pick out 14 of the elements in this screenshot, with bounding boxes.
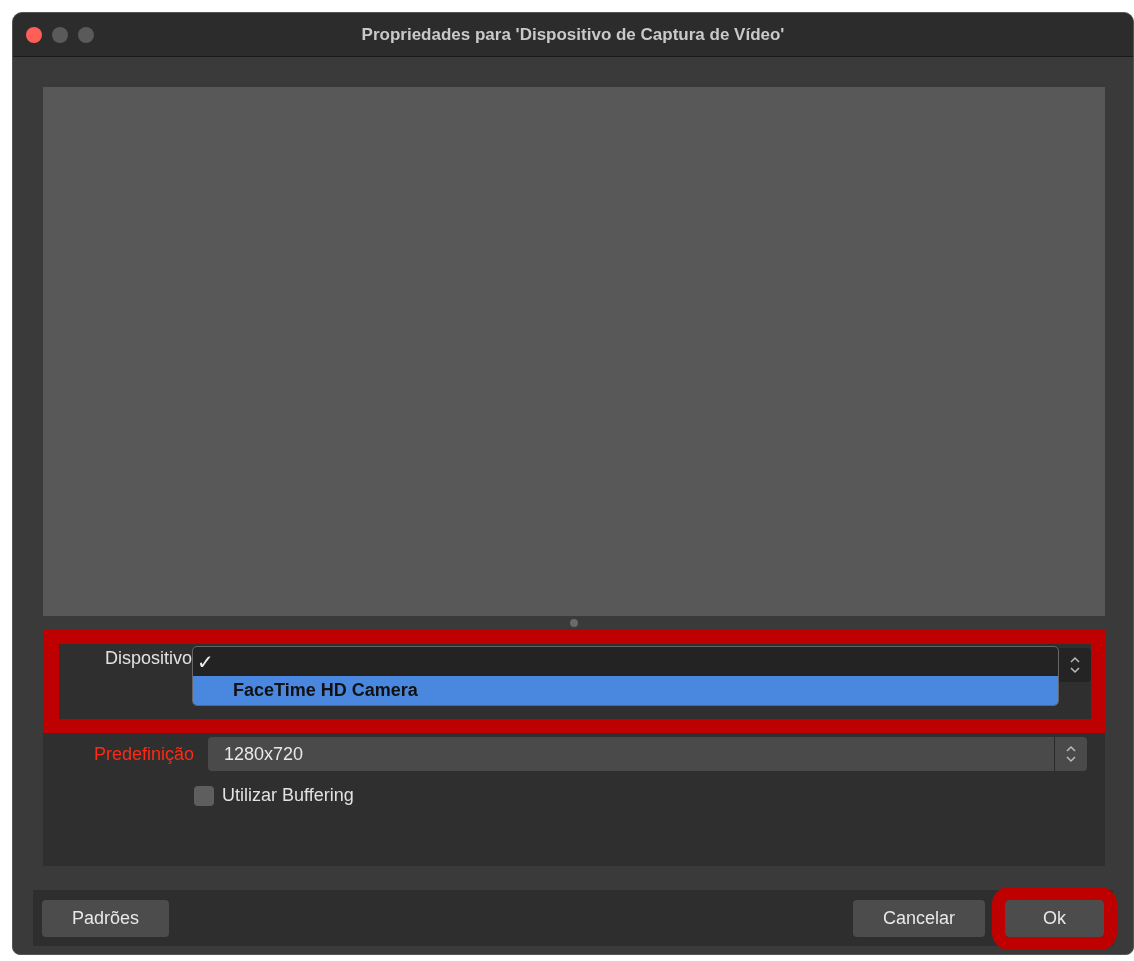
preset-dropdown[interactable]: 1280x720 <box>208 737 1087 771</box>
menu-item[interactable]: FaceTime HD Camera <box>193 676 1058 705</box>
dialog-button[interactable]: Padrões <box>42 899 170 937</box>
zoom-icon[interactable] <box>78 27 94 43</box>
window-title: Propriedades para 'Dispositivo de Captura de Vídeo' <box>361 24 785 45</box>
checkbox-label: Utilizar Buffering <box>222 785 354 806</box>
menu-item[interactable]: ✓ <box>193 647 1058 676</box>
close-icon[interactable] <box>26 27 42 43</box>
minimize-icon[interactable] <box>52 27 68 43</box>
preset-label: Predefinição <box>92 743 194 765</box>
device-label: Dispositivo <box>103 648 192 669</box>
splitter-handle[interactable] <box>570 619 578 627</box>
checkbox[interactable] <box>194 785 214 806</box>
dialog-button[interactable]: Cancelar <box>852 899 985 937</box>
